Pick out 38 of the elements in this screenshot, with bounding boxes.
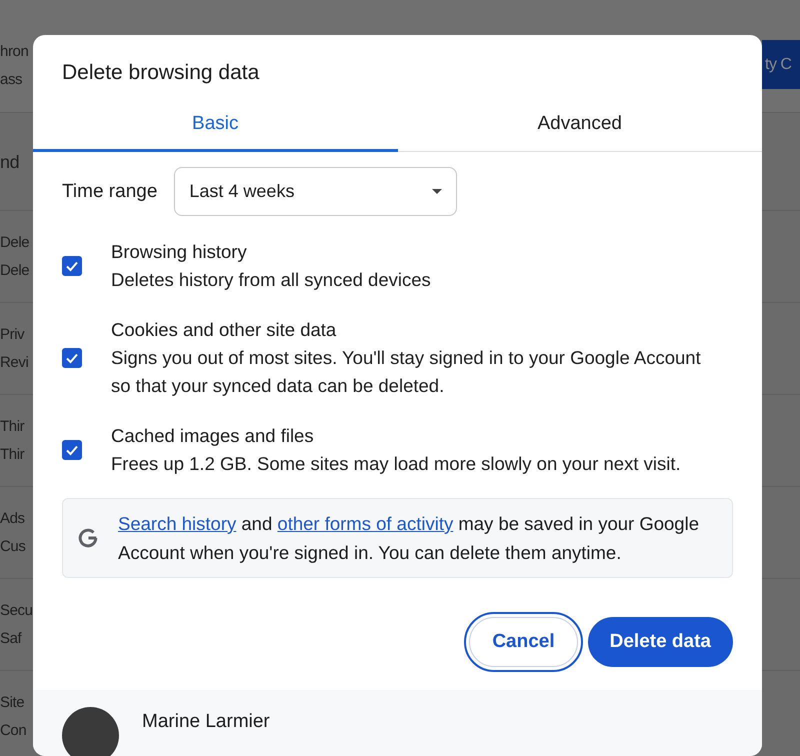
- g-logo-icon: [77, 527, 99, 549]
- option-label: Cached images and files: [111, 424, 315, 448]
- option-label: Cookies and other site data: [111, 318, 338, 342]
- checkbox[interactable]: [62, 348, 82, 368]
- tab[interactable]: Basic: [33, 99, 398, 152]
- setting-title: Secu: [0, 601, 33, 621]
- setting-subtitle: Saf: [0, 629, 22, 649]
- setting-subtitle: Dele: [0, 261, 30, 281]
- setting-title: Dele: [0, 233, 30, 253]
- avatar: [62, 707, 119, 756]
- option-label: Browsing history: [111, 240, 248, 264]
- setting-title: Site: [0, 693, 24, 713]
- checkbox[interactable]: [62, 440, 82, 460]
- setting-subtitle: Revi: [0, 353, 28, 373]
- tab[interactable]: Advanced: [398, 99, 762, 152]
- field-label: Time range: [62, 180, 158, 202]
- setting-title: Thir: [0, 417, 24, 437]
- setting-title: Ads: [0, 509, 25, 529]
- checkbox[interactable]: [62, 256, 82, 276]
- account-name: Marine Larmier: [142, 710, 270, 734]
- background-button[interactable]: ty C: [762, 40, 800, 89]
- time-range-dropdown[interactable]: Last 4 weeks: [174, 167, 458, 216]
- background-text: ass: [0, 70, 22, 90]
- link[interactable]: Search history: [118, 513, 236, 534]
- link[interactable]: other forms of activity: [277, 513, 454, 534]
- setting-subtitle: Con: [0, 721, 26, 741]
- option-description: Frees up 1.2 GB. Some sites may load more slowly on your next visit.: [111, 452, 681, 476]
- option-description: Deletes history from all synced devices: [111, 268, 431, 292]
- setting-subtitle: Thir: [0, 445, 24, 465]
- option-description: Signs you out of most sites. You'll stay signed in to your Google Account so that your synced data can be deleted.: [111, 346, 702, 398]
- dialog-title: Delete browsing data: [61, 60, 260, 86]
- setting-subtitle: Cus: [0, 537, 26, 557]
- setting-title: Priv: [0, 325, 24, 345]
- delete-button[interactable]: Delete data: [588, 617, 733, 667]
- section-heading: nd: [0, 150, 20, 174]
- background-text: hron: [0, 42, 28, 62]
- notice-text: Search history and other forms of activity may be saved in your Google Account when you're signed in. You can delete them anytime.: [118, 512, 700, 565]
- caret-icon: [432, 189, 442, 194]
